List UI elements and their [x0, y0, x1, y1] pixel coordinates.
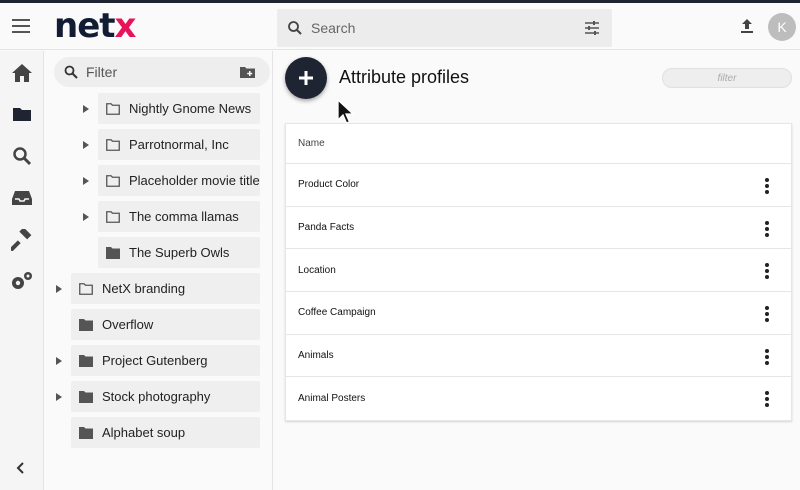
folder-tree-item[interactable]: Overflow	[71, 309, 260, 340]
profile-name: Animals	[298, 350, 334, 362]
search-bar	[277, 9, 612, 47]
profile-filter-input[interactable]	[662, 68, 792, 88]
more-options-icon[interactable]	[761, 348, 773, 365]
profile-name: Product Color	[298, 179, 360, 191]
table-row[interactable]: Animal Posters	[286, 377, 791, 420]
search-options-icon[interactable]	[584, 20, 600, 41]
folder-icon	[79, 390, 93, 403]
folder-label: Nightly Gnome News	[129, 101, 252, 116]
logo-text: net	[54, 6, 116, 46]
folder-label: NetX branding	[102, 281, 186, 296]
folder-label: The Superb Owls	[129, 245, 230, 260]
more-options-icon[interactable]	[761, 306, 773, 323]
folder-icon	[79, 354, 93, 367]
profiles-table: Name Product Color Panda Facts Location Cof…	[285, 123, 792, 422]
more-options-icon[interactable]	[761, 220, 773, 237]
expand-caret-icon[interactable]	[55, 393, 63, 401]
folder-icon	[106, 174, 120, 187]
table-row[interactable]: Coffee Campaign	[286, 292, 791, 335]
table-row[interactable]: Location	[286, 249, 791, 293]
folder-filter-input[interactable]	[86, 59, 206, 85]
add-profile-button[interactable]	[285, 57, 327, 99]
table-header-name[interactable]: Name	[286, 124, 791, 164]
search-icon[interactable]	[8, 142, 36, 170]
folder-tree-item[interactable]: Stock photography	[71, 381, 260, 412]
new-folder-button[interactable]	[240, 65, 255, 83]
folder-label: Alphabet soup	[102, 425, 186, 440]
expand-caret-icon[interactable]	[55, 285, 63, 293]
profile-name: Location	[298, 264, 336, 276]
folder-icon[interactable]	[8, 100, 36, 128]
folder-tree-item[interactable]: Project Gutenberg	[71, 345, 260, 376]
user-avatar[interactable]: K	[768, 13, 796, 41]
search-icon	[287, 20, 303, 41]
collapse-sidebar-button[interactable]	[14, 461, 28, 480]
folder-tree-item[interactable]: Parrotnormal, Inc	[98, 129, 260, 160]
table-body: Product Color Panda Facts Location Coffee C…	[286, 164, 791, 420]
folder-tree-item[interactable]: Alphabet soup	[71, 417, 260, 448]
search-icon	[64, 65, 78, 84]
expand-caret-icon[interactable]	[82, 213, 90, 221]
folder-label: Parrotnormal, Inc	[129, 137, 229, 152]
folder-icon	[106, 210, 120, 223]
folder-icon	[79, 426, 93, 439]
table-row[interactable]: Animals	[286, 335, 791, 378]
mouse-cursor-icon	[337, 99, 355, 124]
plus-icon	[299, 71, 313, 85]
folder-tree-item[interactable]: Nightly Gnome News	[98, 93, 260, 124]
expand-caret-icon[interactable]	[82, 105, 90, 113]
folder-panel: Nightly Gnome News Parrotnormal, Inc Place…	[44, 51, 273, 490]
folder-label: Project Gutenberg	[102, 353, 208, 368]
expand-caret-icon[interactable]	[82, 141, 90, 149]
profile-name: Animal Posters	[298, 393, 366, 405]
home-icon[interactable]	[8, 59, 36, 87]
folder-filter	[54, 57, 270, 87]
hammer-icon[interactable]	[8, 226, 36, 254]
folder-label: Overflow	[102, 317, 154, 332]
more-options-icon[interactable]	[761, 178, 773, 194]
page-title: Attribute profiles	[339, 67, 470, 87]
profile-name: Coffee Campaign	[298, 307, 376, 319]
more-options-icon[interactable]	[761, 263, 773, 280]
search-input[interactable]	[311, 13, 571, 43]
netx-logo[interactable]: netx	[54, 9, 150, 45]
profile-name: Panda Facts	[298, 222, 355, 234]
folder-tree-item[interactable]: The comma llamas	[98, 201, 260, 232]
hamburger-icon	[12, 19, 30, 33]
folder-icon	[79, 282, 93, 295]
folder-tree-item[interactable]: The Superb Owls	[98, 237, 260, 268]
chevron-left-icon	[16, 462, 24, 474]
upload-icon	[741, 19, 753, 33]
expand-caret-icon[interactable]	[55, 357, 63, 365]
more-options-icon[interactable]	[761, 391, 773, 408]
upload-button[interactable]	[738, 17, 756, 40]
table-row[interactable]: Product Color	[286, 164, 791, 207]
folder-tree-item[interactable]: Placeholder movie title	[98, 165, 260, 196]
gears-icon[interactable]	[8, 267, 36, 295]
folder-label: Stock photography	[102, 389, 211, 404]
menu-button[interactable]	[10, 15, 32, 37]
folder-tree-item[interactable]: NetX branding	[71, 273, 260, 304]
expand-caret-icon[interactable]	[82, 177, 90, 185]
nav-rail	[0, 51, 44, 490]
folder-icon	[79, 318, 93, 331]
logo-accent: x	[114, 6, 137, 46]
folder-plus-icon	[240, 67, 255, 78]
folder-icon	[106, 138, 120, 151]
folder-label: The comma llamas	[129, 209, 239, 224]
folder-icon	[106, 102, 120, 115]
inbox-icon[interactable]	[8, 184, 36, 212]
app-bar: netx K	[0, 3, 800, 50]
folder-label: Placeholder movie title	[129, 173, 260, 188]
table-row[interactable]: Panda Facts	[286, 207, 791, 250]
folder-icon	[106, 246, 120, 259]
